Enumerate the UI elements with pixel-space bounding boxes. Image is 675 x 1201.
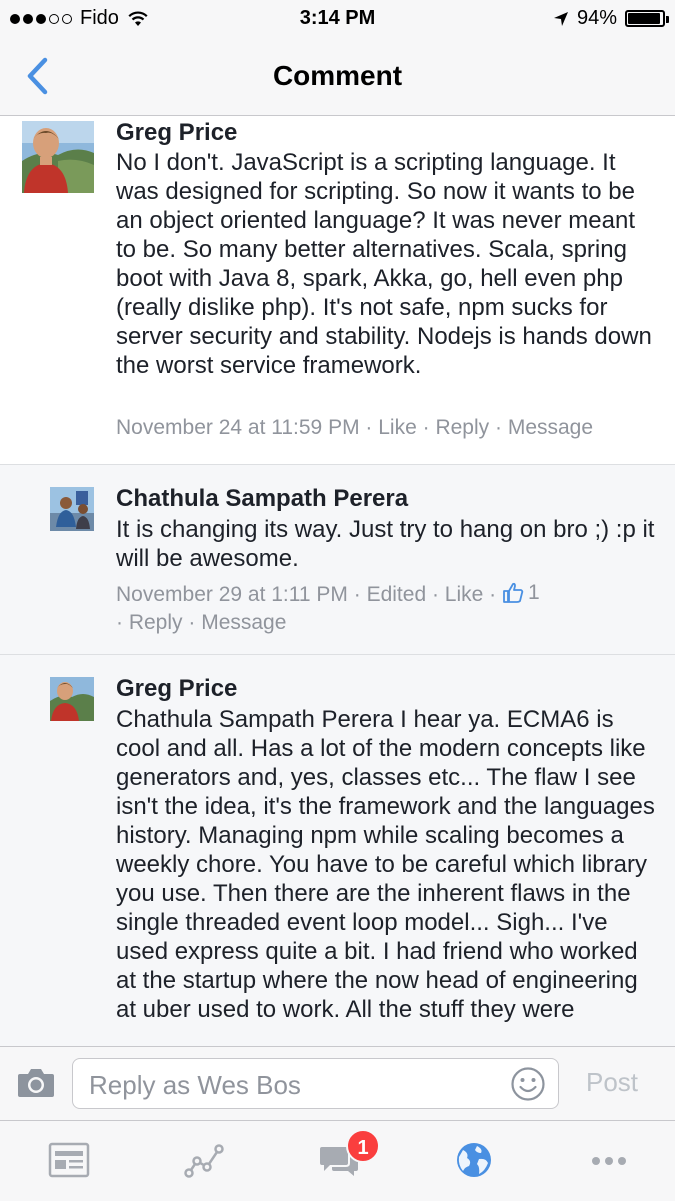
globe-icon (457, 1143, 491, 1177)
comment-greg-price-2: Greg Price Chathula Sampath Perera I hea… (0, 654, 675, 1046)
avatar[interactable] (50, 487, 94, 531)
edited-label[interactable]: Edited (367, 583, 427, 606)
comment-timestamp[interactable]: November 24 at 11:59 PM (116, 416, 360, 439)
meta-separator: · (489, 416, 508, 439)
nav-bar: Comment (0, 38, 675, 116)
comment-greg-price-1: Greg Price No I don't. JavaScript is a s… (0, 116, 675, 464)
reply-link[interactable]: Reply (435, 416, 489, 439)
comment-chathula-sampath-perera: Chathula Sampath Perera It is changing i… (0, 464, 675, 655)
post-button[interactable]: Post (586, 1067, 638, 1098)
like-count[interactable]: 1 (502, 579, 540, 607)
like-link[interactable]: Like (445, 583, 484, 606)
comment-text: Chathula Sampath Perera I hear ya. ECMA6… (116, 706, 655, 1023)
tab-bar: 1 (0, 1120, 675, 1201)
avatar[interactable] (50, 677, 94, 721)
avatar[interactable] (22, 121, 94, 193)
more-icon (592, 1157, 626, 1165)
comment-author[interactable]: Chathula Sampath Perera (116, 483, 408, 515)
tab-more[interactable] (540, 1121, 675, 1201)
tab-messages[interactable]: 1 (270, 1121, 405, 1201)
status-right: 94% (553, 7, 669, 30)
battery-percent: 94% (576, 7, 617, 29)
meta-separator: · (116, 611, 129, 634)
status-bar: Fido 3:14 PM 94% (0, 0, 675, 38)
activity-chart-icon (184, 1144, 224, 1178)
like-count-number: 1 (528, 581, 540, 604)
news-feed-icon (48, 1142, 90, 1178)
thumbs-up-icon (503, 582, 524, 603)
reply-composer: Post (0, 1046, 675, 1121)
comment-author[interactable]: Greg Price (116, 673, 237, 705)
like-link[interactable]: Like (378, 416, 417, 439)
meta-separator: · (416, 416, 436, 439)
meta-separator: · (182, 611, 202, 634)
reply-link[interactable]: Reply (129, 611, 183, 634)
location-arrow-icon (553, 11, 568, 26)
comment-thread[interactable]: Greg Price No I don't. JavaScript is a s… (0, 116, 675, 1046)
reply-field[interactable] (72, 1058, 559, 1109)
comment-author[interactable]: Greg Price (116, 117, 237, 149)
tab-activity[interactable] (135, 1121, 270, 1201)
emoji-button[interactable] (510, 1066, 546, 1102)
comment-meta: November 29 at 1:11 PM · Edited · Like ·… (116, 579, 656, 637)
page-title: Comment (272, 60, 403, 91)
message-link[interactable]: Message (201, 611, 286, 634)
meta-separator: · (359, 416, 379, 439)
comment-text: No I don't. JavaScript is a scripting la… (116, 149, 652, 379)
tab-notifications-globe[interactable] (405, 1121, 540, 1201)
comment-meta: November 24 at 11:59 PM · Like · Reply ·… (116, 414, 656, 442)
smiley-icon (511, 1067, 545, 1101)
tab-news-feed[interactable] (0, 1121, 135, 1201)
notification-badge: 1 (346, 1129, 380, 1163)
camera-button[interactable] (16, 1066, 56, 1100)
camera-icon (18, 1069, 54, 1097)
meta-separator: · (483, 583, 502, 606)
meta-separator: · (426, 583, 445, 606)
meta-separator: · (347, 583, 367, 606)
comment-text: It is changing its way. Just try to hang… (116, 516, 655, 572)
comment-timestamp[interactable]: November 29 at 1:11 PM (116, 583, 348, 606)
reply-input[interactable] (87, 1067, 501, 1103)
battery-icon (625, 10, 669, 27)
message-link[interactable]: Message (508, 416, 593, 439)
